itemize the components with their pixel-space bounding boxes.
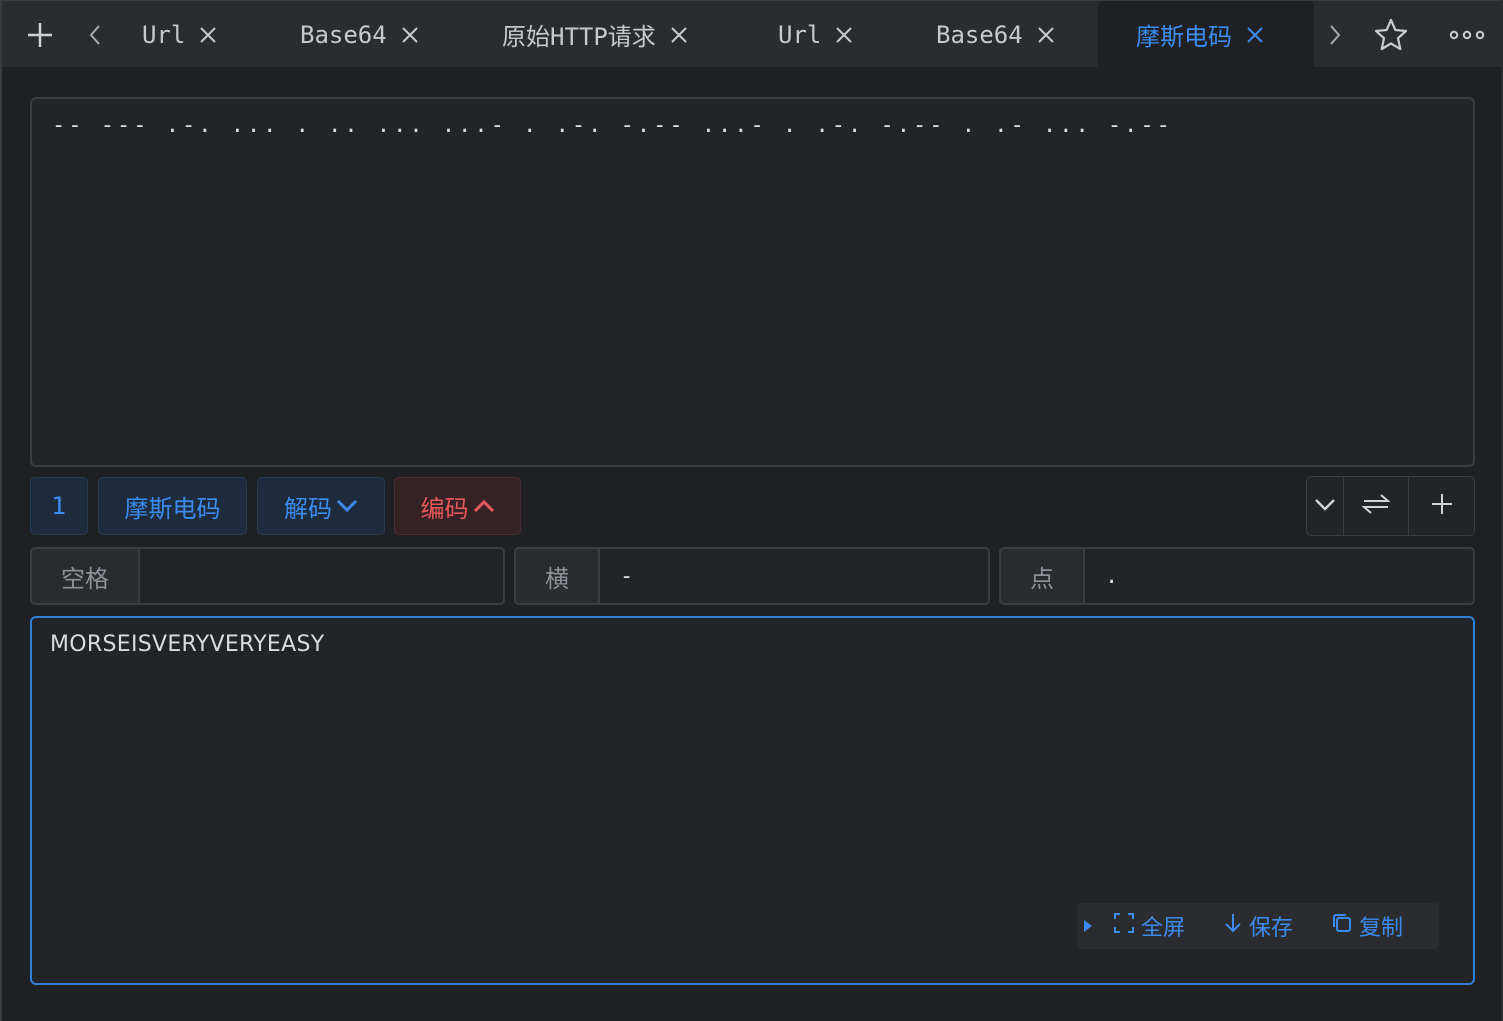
caret-right-icon[interactable]: [1083, 914, 1093, 939]
fullscreen-button[interactable]: 全屏: [1113, 910, 1185, 942]
dash-param-input[interactable]: -: [600, 549, 988, 603]
encode-label: 编码: [420, 494, 469, 523]
chevron-down-icon: [336, 499, 358, 513]
dot-param-label: 点: [1001, 549, 1085, 603]
input-textarea[interactable]: -- --- .-. ... . .. ... ...- . .-. -.-- …: [30, 97, 1475, 467]
chevron-down-icon: [1314, 497, 1336, 516]
step-number: 1: [51, 492, 67, 520]
close-icon[interactable]: [835, 26, 853, 44]
output-textarea[interactable]: MORSEISVERYVERYEASY 全屏 保存 复制: [30, 616, 1475, 985]
tab-base64-2[interactable]: Base64: [936, 1, 1055, 68]
output-value: MORSEISVERYVERYEASY: [50, 632, 325, 657]
copy-label: 复制: [1359, 916, 1404, 941]
close-icon[interactable]: [401, 26, 419, 44]
chevron-up-icon: [473, 499, 495, 513]
close-icon[interactable]: [670, 26, 688, 44]
space-param-input[interactable]: [140, 549, 503, 603]
decode-button[interactable]: 解码: [257, 477, 385, 535]
swap-button[interactable]: [1344, 477, 1409, 535]
plus-icon: [1430, 492, 1454, 520]
dot-param-input[interactable]: .: [1085, 549, 1473, 603]
tab-url-1[interactable]: Url: [142, 1, 217, 68]
tab-label: 原始HTTP请求: [502, 23, 656, 51]
tool-name-button[interactable]: 摩斯电码: [98, 477, 247, 535]
close-icon[interactable]: [199, 26, 217, 44]
dot-param-field: 点 .: [999, 547, 1475, 605]
tab-morse[interactable]: 摩斯电码: [1098, 1, 1314, 68]
dash-param-field: 横 -: [514, 547, 990, 605]
add-step-button[interactable]: [1409, 477, 1474, 535]
swap-icon: [1361, 493, 1391, 519]
tab-label: Url: [778, 20, 822, 49]
step-actions-group: [1306, 476, 1475, 536]
step-number-badge: 1: [30, 477, 88, 535]
tab-label: Url: [142, 20, 186, 49]
space-param-label: 空格: [32, 549, 140, 603]
tab-label: Base64: [300, 20, 387, 49]
close-icon[interactable]: [1037, 26, 1055, 44]
tab-raw-http[interactable]: 原始HTTP请求: [502, 1, 688, 68]
tool-name-label: 摩斯电码: [124, 494, 221, 523]
space-param-field: 空格: [30, 547, 505, 605]
input-value: -- --- .-. ... . .. ... ...- . .-. -.-- …: [52, 113, 1173, 138]
decode-label: 解码: [284, 494, 332, 523]
star-icon[interactable]: [1370, 1, 1412, 68]
fullscreen-label: 全屏: [1141, 916, 1186, 941]
collapse-button[interactable]: [1307, 477, 1344, 535]
save-label: 保存: [1249, 916, 1294, 941]
more-icon[interactable]: [1442, 1, 1492, 68]
close-icon[interactable]: [1246, 26, 1264, 44]
window-border-left: [0, 0, 2, 1021]
tab-label: Base64: [936, 20, 1023, 49]
output-actions: 全屏 保存 复制: [1077, 903, 1439, 949]
tab-bar: Url Base64 原始HTTP请求 Url Base64 摩斯电码: [2, 0, 1501, 68]
chevron-left-icon[interactable]: [82, 1, 108, 68]
download-icon: [1223, 912, 1249, 940]
plus-icon[interactable]: [20, 1, 60, 68]
save-button[interactable]: 保存: [1223, 910, 1293, 942]
chevron-right-icon[interactable]: [1322, 1, 1348, 68]
dash-param-label: 横: [516, 549, 600, 603]
copy-icon: [1331, 912, 1359, 940]
app-window: Url Base64 原始HTTP请求 Url Base64 摩斯电码 -- -…: [0, 0, 1503, 1021]
fullscreen-icon: [1113, 912, 1141, 940]
tab-url-2[interactable]: Url: [778, 1, 853, 68]
tab-base64-1[interactable]: Base64: [300, 1, 419, 68]
encode-button[interactable]: 编码: [394, 477, 521, 535]
copy-button[interactable]: 复制: [1331, 910, 1403, 942]
tab-label: 摩斯电码: [1136, 23, 1232, 51]
